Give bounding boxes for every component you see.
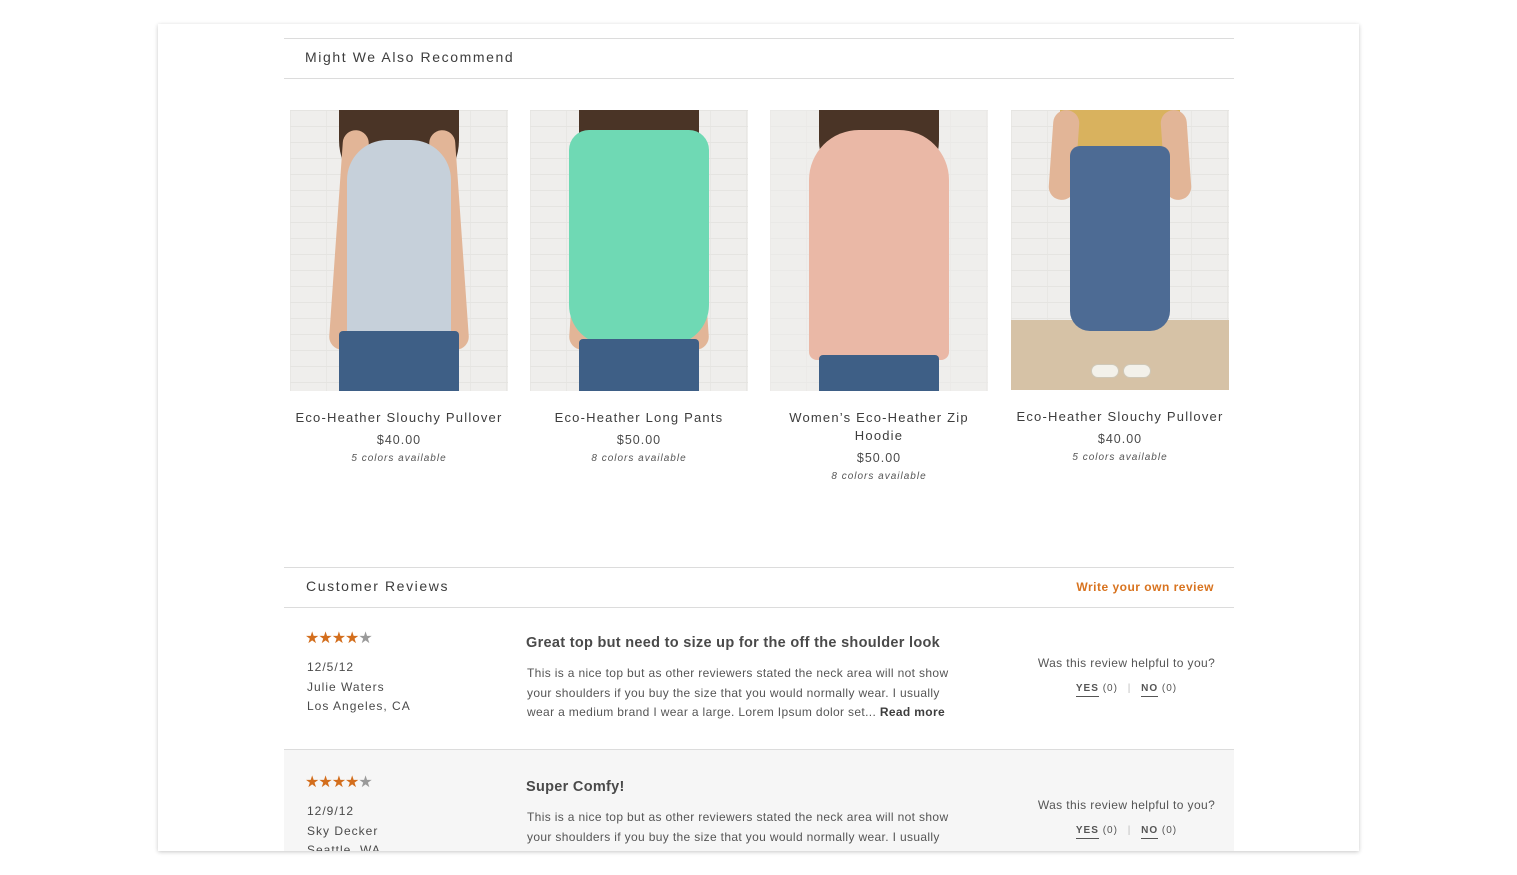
rating-stars: ★★★★★ [305,628,373,648]
star-filled-icon: ★ [305,630,319,647]
star-empty-icon: ★ [358,774,372,791]
yes-count: (0) [1102,825,1118,836]
product-card[interactable]: Eco-Heather Long Pants $50.00 8 colors a… [530,110,748,464]
star-empty-icon: ★ [358,630,372,647]
product-name[interactable]: Eco-Heather Slouchy Pullover [290,409,508,427]
helpful-votes: YES (0) | NO (0) [1014,825,1239,839]
review-item: ★★★★★ 12/5/12 Julie Waters Los Angeles, … [284,608,1234,750]
review-author: Julie Waters [307,680,385,694]
product-price: $50.00 [616,433,662,447]
review-location: Seattle, WA [307,843,381,851]
rating-stars: ★★★★★ [305,772,373,792]
review-author: Sky Decker [307,824,379,838]
star-filled-icon: ★ [345,774,359,791]
review-body-line: your shoulders if you buy the size that … [527,685,940,700]
review-body-text: wear a medium brand I wear a large. Lore… [527,705,877,719]
read-more-link[interactable]: Read more [880,705,945,719]
product-colors: 8 colors available [591,453,687,464]
product-image[interactable] [770,110,988,391]
no-count: (0) [1161,683,1178,694]
product-colors: 5 colors available [351,453,447,464]
star-filled-icon: ★ [331,630,346,647]
product-image[interactable] [530,110,748,391]
vote-yes-button[interactable]: YES [1075,683,1099,697]
helpful-question: Was this review helpful to you? [1037,798,1216,812]
review-date: 12/5/12 [307,660,355,674]
helpful-votes: YES (0) | NO (0) [1014,683,1239,697]
review-body-line: This is a nice top but as other reviewer… [527,666,949,680]
product-image[interactable] [290,110,508,391]
product-price: $40.00 [376,433,422,447]
product-name[interactable]: Eco-Heather Slouchy Pullover [1011,408,1229,426]
helpful-question: Was this review helpful to you? [1037,656,1216,670]
star-filled-icon: ★ [318,630,332,647]
reviews-header: Customer Reviews Write your own review [284,567,1234,608]
review-body: This is a nice top but as other reviewer… [527,808,967,847]
product-image[interactable] [1011,110,1229,390]
star-filled-icon: ★ [345,630,359,647]
vote-separator: | [1127,683,1132,694]
product-price: $50.00 [856,451,902,465]
star-filled-icon: ★ [331,774,346,791]
product-card[interactable]: Eco-Heather Slouchy Pullover $40.00 5 co… [1011,110,1229,463]
recommendations-header: Might We Also Recommend [284,38,1234,79]
review-body-line: This is a nice top but as other reviewer… [527,810,949,824]
vote-yes-button[interactable]: YES [1075,825,1099,839]
write-review-link[interactable]: Write your own review [1076,580,1214,594]
review-item: ★★★★★ 12/9/12 Sky Decker Seattle, WA Sup… [284,749,1234,851]
yes-count: (0) [1102,683,1118,694]
product-price: $40.00 [1097,432,1143,446]
review-title: Super Comfy! [526,779,625,795]
review-body: This is a nice top but as other reviewer… [527,664,967,723]
review-body-line: wear a medium brand I wear a large. Lore… [527,703,967,723]
content-card: Might We Also Recommend Eco-Heather Slou… [158,24,1359,851]
product-card[interactable]: Women’s Eco-Heather Zip Hoodie $50.00 8 … [770,110,988,482]
no-count: (0) [1161,825,1178,836]
review-body-line: your shoulders if you buy the size that … [527,829,940,844]
product-carousel: Eco-Heather Slouchy Pullover $40.00 5 co… [290,110,1240,510]
product-name[interactable]: Eco-Heather Long Pants [530,409,748,427]
product-colors: 8 colors available [831,471,927,482]
product-card[interactable]: Eco-Heather Slouchy Pullover $40.00 5 co… [290,110,508,464]
review-location: Los Angeles, CA [307,699,411,713]
product-name[interactable]: Women’s Eco-Heather Zip Hoodie [789,409,969,445]
vote-no-button[interactable]: NO [1141,825,1159,839]
review-title: Great top but need to size up for the of… [526,635,941,651]
vote-no-button[interactable]: NO [1141,683,1159,697]
star-filled-icon: ★ [305,774,319,791]
vote-separator: | [1127,825,1132,836]
reviews-title: Customer Reviews [306,578,450,594]
review-date: 12/9/12 [307,804,355,818]
recommendations-title: Might We Also Recommend [305,49,515,65]
product-colors: 5 colors available [1072,452,1168,463]
star-filled-icon: ★ [318,774,332,791]
